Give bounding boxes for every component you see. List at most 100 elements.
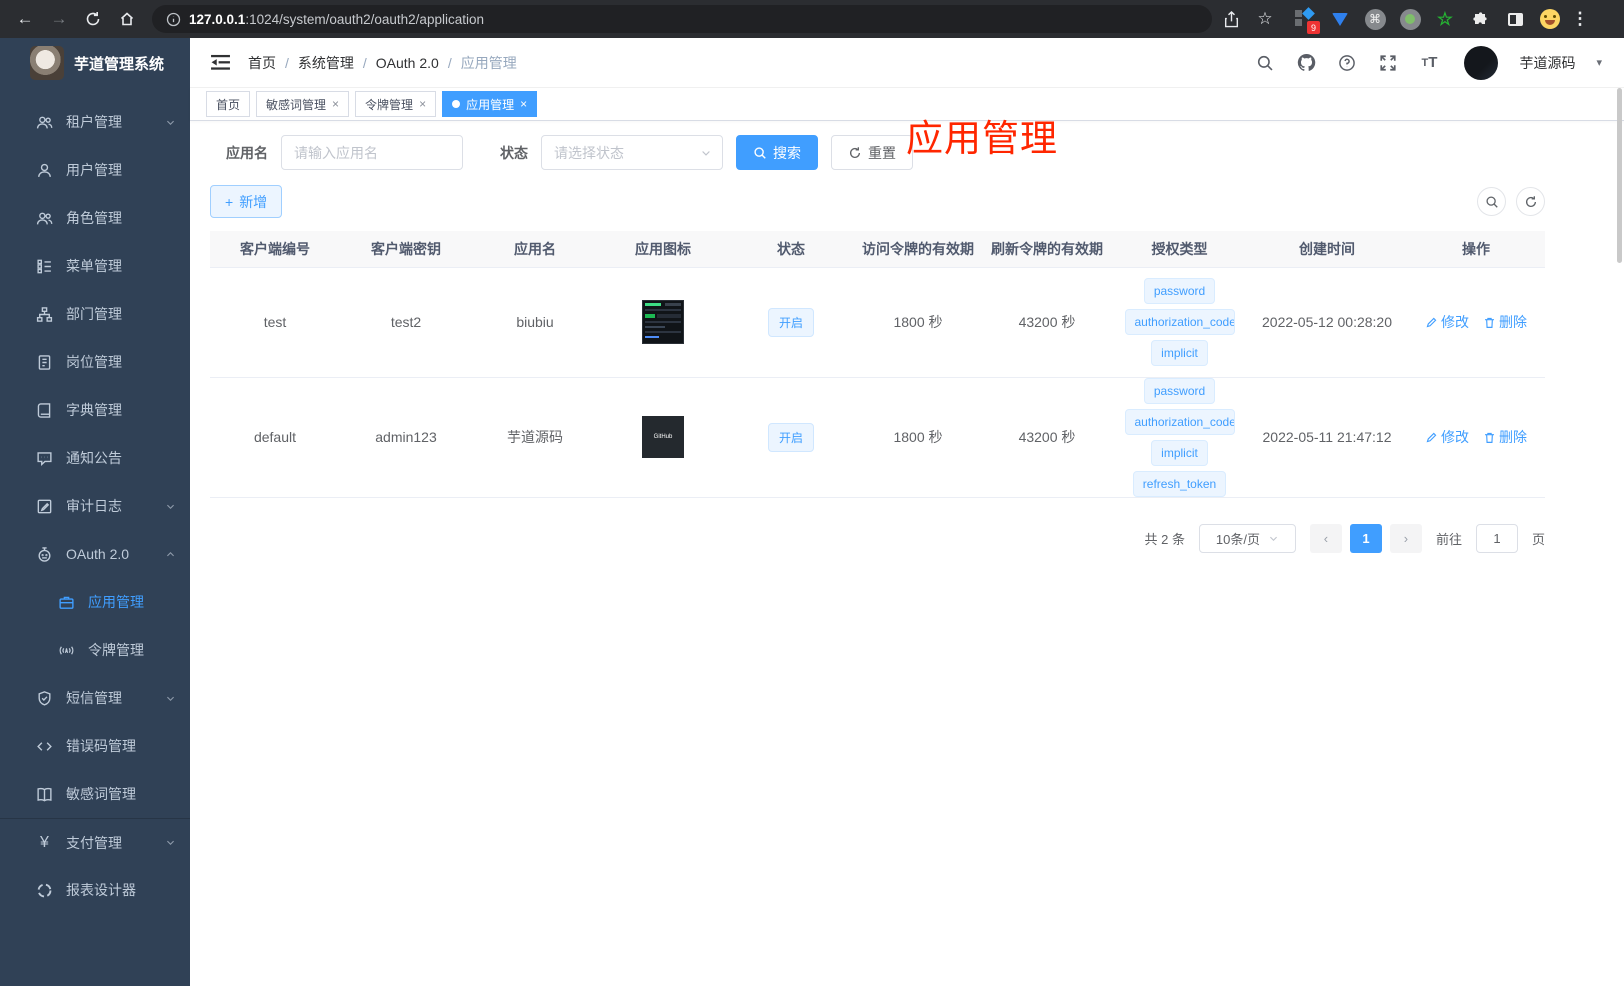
tags-view-bar: 首页 敏感词管理 × 令牌管理 × 应用管理 × bbox=[190, 88, 1624, 121]
user-avatar[interactable] bbox=[1464, 45, 1499, 80]
close-icon[interactable]: × bbox=[332, 97, 339, 111]
toolbar-search-toggle-icon[interactable] bbox=[1477, 187, 1506, 216]
browser-forward-icon[interactable]: → bbox=[44, 4, 74, 34]
github-icon[interactable] bbox=[1296, 53, 1316, 73]
sidebar-item-tenant[interactable]: 租户管理 bbox=[0, 98, 190, 146]
username[interactable]: 芋道源码 bbox=[1519, 53, 1575, 73]
sidebar-item-oauth[interactable]: OAuth 2.0 bbox=[0, 530, 190, 578]
total-count: 共 2 条 bbox=[1144, 531, 1185, 547]
grant-tag: implicit bbox=[1151, 340, 1208, 366]
font-size-icon[interactable]: TT bbox=[1419, 53, 1439, 73]
command-extension-icon[interactable]: ⌘ bbox=[1364, 8, 1386, 30]
share-icon[interactable] bbox=[1216, 4, 1246, 34]
close-icon[interactable]: × bbox=[520, 97, 527, 111]
status-badge[interactable]: 开启 bbox=[767, 307, 814, 337]
sidebar-item-dict[interactable]: 字典管理 bbox=[0, 386, 190, 434]
browser-menu-kebab-icon[interactable]: ⋮ bbox=[1565, 4, 1595, 34]
applications-table: 客户端编号 客户端密钥 应用名 应用图标 状态 访问令牌的有效期 刷新令牌的有效… bbox=[210, 231, 1545, 498]
app-icon-image bbox=[642, 300, 684, 344]
prev-page-button[interactable]: ‹ bbox=[1309, 523, 1342, 553]
browser-home-icon[interactable] bbox=[112, 4, 142, 34]
col-refresh-ttl: 刷新令牌的有效期 bbox=[982, 231, 1112, 268]
chevron-down-icon bbox=[167, 120, 174, 125]
add-button[interactable]: + 新增 bbox=[210, 185, 283, 218]
user-icon bbox=[38, 163, 51, 177]
col-app-name: 应用名 bbox=[472, 231, 598, 268]
sidebar-item-errcode[interactable]: 错误码管理 bbox=[0, 722, 190, 770]
fullscreen-icon[interactable] bbox=[1378, 53, 1398, 73]
browser-refresh-icon[interactable] bbox=[78, 4, 108, 34]
status-select[interactable]: 请选择状态 bbox=[541, 135, 723, 170]
breadcrumb-home[interactable]: 首页 bbox=[248, 53, 276, 73]
extensions-puzzle-icon[interactable] bbox=[1469, 8, 1491, 30]
bookmark-star-icon[interactable]: ☆ bbox=[1250, 4, 1280, 34]
recorder-extension-icon[interactable] bbox=[1399, 8, 1421, 30]
edit-button[interactable]: 修改 bbox=[1425, 312, 1469, 332]
grant-tag: implicit bbox=[1151, 439, 1208, 466]
status-badge[interactable]: 开启 bbox=[767, 422, 814, 452]
users-icon bbox=[36, 212, 53, 224]
tab-application-manage[interactable]: 应用管理 × bbox=[442, 91, 538, 117]
sidebar-item-dept[interactable]: 部门管理 bbox=[0, 290, 190, 338]
refresh-icon bbox=[849, 146, 861, 158]
sidebar-item-sensitive[interactable]: 敏感词管理 bbox=[0, 770, 190, 818]
caret-down-icon[interactable]: ▾ bbox=[1596, 56, 1602, 69]
tab-token-manage[interactable]: 令牌管理 × bbox=[355, 91, 437, 117]
sidebar-item-notice[interactable]: 通知公告 bbox=[0, 434, 190, 482]
close-icon[interactable]: × bbox=[419, 97, 426, 111]
search-icon[interactable] bbox=[1255, 53, 1275, 73]
col-access-ttl: 访问令牌的有效期 bbox=[854, 231, 982, 268]
edit-log-icon bbox=[37, 499, 52, 513]
chevron-down-icon bbox=[167, 840, 174, 845]
page-scrollbar[interactable] bbox=[1617, 88, 1622, 263]
side-panel-icon[interactable] bbox=[1504, 8, 1526, 30]
toolbar-refresh-icon[interactable] bbox=[1516, 187, 1545, 216]
help-icon[interactable] bbox=[1337, 53, 1357, 73]
tab-home[interactable]: 首页 bbox=[206, 91, 251, 117]
url-text: 127.0.0.1:1024/system/oauth2/oauth2/appl… bbox=[189, 11, 484, 27]
sidebar-fold-icon[interactable] bbox=[206, 49, 234, 77]
page-number-button[interactable]: 1 bbox=[1349, 523, 1382, 553]
book-icon bbox=[37, 402, 51, 418]
table-row: default admin123 芋道源码 GitHub 开启 1800 秒 4… bbox=[210, 377, 1545, 498]
sidebar-item-audit[interactable]: 审计日志 bbox=[0, 482, 190, 530]
reset-button[interactable]: 重置 bbox=[831, 135, 913, 170]
broadcast-icon bbox=[59, 645, 74, 655]
tab-manager-extension-icon[interactable]: 9 bbox=[1294, 7, 1320, 34]
sidebar-item-post[interactable]: 岗位管理 bbox=[0, 338, 190, 386]
delete-button[interactable]: 删除 bbox=[1483, 312, 1527, 332]
breadcrumb-system[interactable]: 系统管理 bbox=[298, 53, 354, 73]
sidebar-item-role[interactable]: 角色管理 bbox=[0, 194, 190, 242]
sidebar-item-menu[interactable]: 菜单管理 bbox=[0, 242, 190, 290]
sidebar-item-pay[interactable]: ¥ 支付管理 bbox=[0, 818, 190, 866]
sidebar-item-oauth-application[interactable]: 应用管理 bbox=[0, 578, 190, 626]
grant-tag: password bbox=[1143, 377, 1216, 404]
shield-check-icon bbox=[38, 690, 51, 706]
pagination: 共 2 条 10条/页 ‹ 1 › 前往 页 bbox=[210, 523, 1545, 553]
chevron-down-icon bbox=[167, 504, 174, 509]
delete-button[interactable]: 删除 bbox=[1483, 427, 1527, 447]
sidebar-menu: 租户管理 用户管理 角色管理 菜单管理 部门管理 岗位管理 字典管理 通知公告 … bbox=[0, 88, 190, 986]
sidebar-item-user[interactable]: 用户管理 bbox=[0, 146, 190, 194]
pencil-icon bbox=[1426, 317, 1437, 327]
star-extension-icon[interactable]: ☆ bbox=[1434, 8, 1456, 30]
edit-button[interactable]: 修改 bbox=[1425, 427, 1469, 447]
browser-back-icon[interactable]: ← bbox=[10, 4, 40, 34]
address-bar[interactable]: 127.0.0.1:1024/system/oauth2/oauth2/appl… bbox=[152, 5, 1212, 33]
gem-extension-icon[interactable] bbox=[1329, 8, 1351, 30]
app-name-input[interactable] bbox=[281, 135, 463, 170]
chevron-down-icon bbox=[1270, 536, 1277, 541]
page-size-select[interactable]: 10条/页 bbox=[1198, 523, 1296, 553]
tab-sensitive-word[interactable]: 敏感词管理 × bbox=[256, 91, 350, 117]
goto-page-input[interactable] bbox=[1475, 523, 1518, 553]
next-page-button[interactable]: › bbox=[1389, 523, 1422, 553]
breadcrumb-oauth[interactable]: OAuth 2.0 bbox=[376, 55, 439, 71]
app-logo[interactable]: 芋道管理系统 bbox=[0, 38, 190, 88]
sidebar-item-report[interactable]: 报表设计器 bbox=[0, 866, 190, 914]
profile-avatar-icon[interactable] bbox=[1539, 8, 1561, 30]
search-button[interactable]: 搜索 bbox=[736, 135, 818, 170]
sidebar-item-sms[interactable]: 短信管理 bbox=[0, 674, 190, 722]
site-info-icon[interactable] bbox=[166, 12, 181, 27]
sidebar-item-oauth-token[interactable]: 令牌管理 bbox=[0, 626, 190, 674]
col-created: 创建时间 bbox=[1247, 231, 1407, 268]
